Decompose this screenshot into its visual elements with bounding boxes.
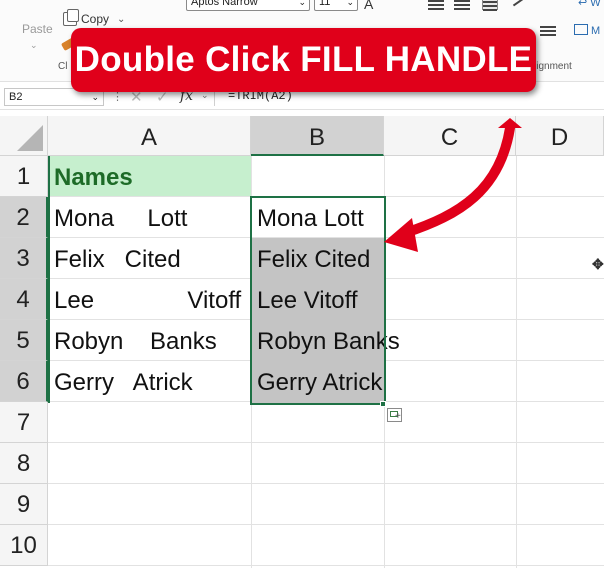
align-bottom-button[interactable] bbox=[482, 0, 498, 11]
spreadsheet-grid[interactable]: A B C D 1 2 3 4 5 6 7 8 9 10 Names Mona … bbox=[0, 116, 604, 568]
autofill-options-icon[interactable] bbox=[387, 408, 402, 422]
row-header-2[interactable]: 2 bbox=[0, 197, 48, 238]
column-header-a[interactable]: A bbox=[48, 116, 251, 156]
cell-a5[interactable]: Robyn Banks bbox=[48, 320, 251, 361]
copy-label: Copy bbox=[81, 12, 110, 26]
active-selection-border bbox=[250, 196, 386, 405]
row-header-4[interactable]: 4 bbox=[0, 279, 48, 320]
merge-center-button[interactable]: M bbox=[574, 24, 600, 37]
chevron-down-icon: ⌄ bbox=[346, 0, 354, 7]
instruction-banner: Double Click FILL HANDLE bbox=[71, 28, 536, 92]
cell-a6[interactable]: Gerry Atrick bbox=[48, 361, 251, 402]
paste-chevron-down-icon[interactable]: ⌄ bbox=[30, 40, 38, 51]
grow-font-label: A bbox=[364, 0, 374, 12]
gridline bbox=[48, 524, 604, 525]
font-size-select[interactable]: 11 ⌄ bbox=[314, 0, 358, 11]
font-name-value: Aptos Narrow bbox=[191, 0, 258, 8]
increase-font-size-button[interactable]: A bbox=[364, 0, 373, 12]
wrap-text-button[interactable]: ↩ W bbox=[578, 0, 601, 9]
align-top-button[interactable] bbox=[428, 0, 444, 10]
select-all-button[interactable] bbox=[0, 116, 48, 156]
copy-icon bbox=[63, 9, 79, 26]
chevron-down-icon: ⌄ bbox=[298, 0, 306, 7]
name-box-value: B2 bbox=[9, 91, 23, 103]
row-header-5[interactable]: 5 bbox=[0, 320, 48, 361]
row-header-6[interactable]: 6 bbox=[0, 361, 48, 402]
alignment-group-label: lignment bbox=[534, 61, 572, 72]
row-header-3[interactable]: 3 bbox=[0, 238, 48, 279]
align-middle-button[interactable] bbox=[454, 0, 470, 10]
cell-a4[interactable]: Lee Vitoff bbox=[48, 279, 251, 320]
merge-label: M bbox=[591, 25, 601, 37]
row-header-7[interactable]: 7 bbox=[0, 402, 48, 443]
cell-a2[interactable]: Mona Lott bbox=[48, 197, 251, 238]
orientation-button[interactable] bbox=[512, 0, 528, 10]
cell-a1[interactable]: Names bbox=[48, 156, 251, 196]
paste-label[interactable]: Paste bbox=[22, 22, 53, 36]
cursor-plus-icon: ✥ bbox=[592, 256, 604, 272]
merge-icon bbox=[574, 24, 588, 35]
column-header-d[interactable]: D bbox=[516, 116, 604, 156]
increase-indent-button[interactable] bbox=[540, 24, 556, 36]
font-name-select[interactable]: Aptos Narrow ⌄ bbox=[186, 0, 310, 11]
column-header-b[interactable]: B bbox=[251, 116, 384, 156]
clipboard-group-label: Cl bbox=[58, 61, 68, 72]
column-a-selection-edge bbox=[48, 156, 50, 403]
column-header-c[interactable]: C bbox=[384, 116, 516, 156]
font-size-value: 11 bbox=[319, 0, 331, 8]
wrap-text-label: W bbox=[590, 0, 601, 9]
gridline bbox=[516, 156, 517, 568]
row-header-1[interactable]: 1 bbox=[0, 156, 48, 197]
gridline bbox=[48, 442, 604, 443]
cell-a3[interactable]: Felix Cited bbox=[48, 238, 251, 279]
fill-handle[interactable] bbox=[380, 401, 386, 407]
copy-button[interactable]: Copy ⌄ bbox=[63, 9, 126, 28]
gridline bbox=[48, 565, 604, 566]
row-header-9[interactable]: 9 bbox=[0, 484, 48, 525]
row-header-10[interactable]: 10 bbox=[0, 525, 48, 566]
row-header-8[interactable]: 8 bbox=[0, 443, 48, 484]
gridline bbox=[48, 483, 604, 484]
chevron-down-icon: ⌄ bbox=[117, 13, 126, 25]
